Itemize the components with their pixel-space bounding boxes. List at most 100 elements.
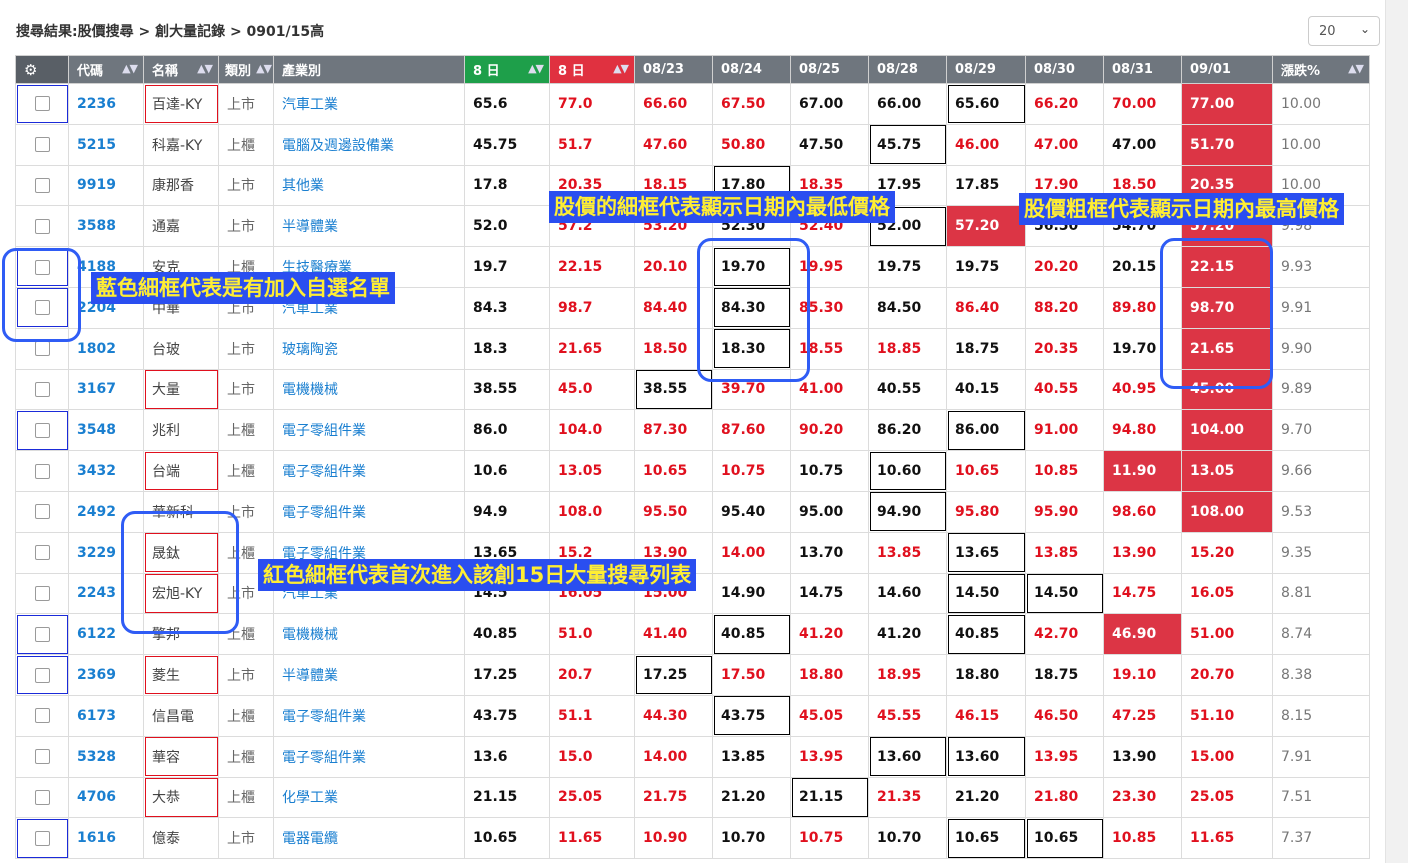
row-checkbox-cell[interactable] bbox=[15, 654, 69, 696]
table-row[interactable]: 6173 信昌電 上櫃 電子零組件業 43.75 51.1 44.30 43.75 45.05 4… bbox=[15, 694, 1370, 737]
row-checkbox-cell[interactable] bbox=[15, 735, 69, 778]
daily-price: 18.80 bbox=[790, 654, 869, 696]
industry-link[interactable]: 化學工業 bbox=[273, 776, 465, 819]
stock-code-link[interactable]: 3432 bbox=[68, 450, 144, 492]
col-date[interactable]: 08/30 bbox=[1025, 55, 1104, 84]
daily-price: 13.95 bbox=[790, 735, 869, 778]
row-checkbox-cell[interactable] bbox=[15, 164, 69, 207]
industry-link[interactable]: 電子零組件業 bbox=[273, 450, 465, 492]
daily-price: 13.65 bbox=[946, 531, 1026, 574]
col-8day-low[interactable]: 8 日 ▲▼ bbox=[464, 55, 550, 84]
stock-code-link[interactable]: 5328 bbox=[68, 735, 144, 778]
row-checkbox[interactable] bbox=[34, 830, 50, 846]
row-checkbox-cell[interactable] bbox=[15, 450, 69, 492]
row-checkbox-cell[interactable] bbox=[15, 613, 69, 656]
row-checkbox-cell[interactable] bbox=[15, 368, 69, 411]
industry-link[interactable]: 其他業 bbox=[273, 164, 465, 207]
col-date[interactable]: 08/24 bbox=[712, 55, 791, 84]
settings-header[interactable]: ⚙ bbox=[15, 55, 69, 84]
row-checkbox[interactable] bbox=[34, 341, 50, 357]
row-checkbox[interactable] bbox=[34, 626, 50, 642]
daily-price: 95.90 bbox=[1025, 490, 1104, 533]
industry-link[interactable]: 電子零組件業 bbox=[273, 735, 465, 778]
daily-price: 51.00 bbox=[1181, 613, 1273, 656]
industry-link[interactable]: 半導體業 bbox=[273, 654, 465, 696]
stock-code-link[interactable]: 5215 bbox=[68, 123, 144, 166]
col-type[interactable]: 類別 ▲▼ bbox=[218, 55, 274, 84]
col-date[interactable]: 08/29 bbox=[946, 55, 1026, 84]
table-row[interactable]: 3548 兆利 上櫃 電子零組件業 86.0 104.0 87.30 87.60 90.20 86… bbox=[15, 409, 1370, 452]
industry-link[interactable]: 電子零組件業 bbox=[273, 694, 465, 737]
col-name[interactable]: 名稱 ▲▼ bbox=[143, 55, 219, 84]
row-checkbox[interactable] bbox=[34, 463, 50, 479]
daily-price: 88.20 bbox=[1025, 286, 1104, 329]
table-row[interactable]: 5215 科嘉-KY 上櫃 電腦及週邊設備業 45.75 51.7 47.60 50.80 47… bbox=[15, 123, 1370, 166]
stock-code-link[interactable]: 1802 bbox=[68, 327, 144, 370]
row-checkbox-cell[interactable] bbox=[15, 409, 69, 452]
stock-code-link[interactable]: 9919 bbox=[68, 164, 144, 207]
row-checkbox-cell[interactable] bbox=[15, 531, 69, 574]
industry-link[interactable]: 汽車工業 bbox=[273, 83, 465, 125]
stock-code-link[interactable]: 3548 bbox=[68, 409, 144, 452]
row-checkbox[interactable] bbox=[34, 504, 50, 520]
col-pct[interactable]: 漲跌% ▲▼ bbox=[1272, 55, 1370, 84]
table-row[interactable]: 3432 台端 上櫃 電子零組件業 10.6 13.05 10.65 10.75 10.75 10… bbox=[15, 450, 1370, 492]
row-checkbox[interactable] bbox=[34, 381, 50, 397]
stock-code-link[interactable]: 4706 bbox=[68, 776, 144, 819]
col-industry[interactable]: 產業別 bbox=[273, 55, 465, 84]
chevron-down-icon: ⌄ bbox=[1359, 22, 1370, 36]
col-date[interactable]: 08/31 bbox=[1103, 55, 1182, 84]
price-8day-high: 20.7 bbox=[549, 654, 635, 696]
stock-code-link[interactable]: 3167 bbox=[68, 368, 144, 411]
industry-link[interactable]: 電機機械 bbox=[273, 613, 465, 656]
row-checkbox[interactable] bbox=[34, 218, 50, 234]
row-checkbox[interactable] bbox=[34, 137, 50, 153]
stock-code-link[interactable]: 6173 bbox=[68, 694, 144, 737]
row-checkbox-cell[interactable] bbox=[15, 123, 69, 166]
row-checkbox-cell[interactable] bbox=[15, 205, 69, 248]
stock-code-link[interactable]: 1616 bbox=[68, 817, 144, 860]
col-date[interactable]: 09/01 bbox=[1181, 55, 1273, 84]
stock-code-link[interactable]: 2236 bbox=[68, 83, 144, 125]
col-date[interactable]: 08/23 bbox=[634, 55, 713, 84]
row-checkbox[interactable] bbox=[34, 96, 50, 112]
row-checkbox[interactable] bbox=[34, 708, 50, 724]
table-row[interactable]: 2236 百達-KY 上市 汽車工業 65.6 77.0 66.60 67.50 67.00 66… bbox=[15, 83, 1370, 125]
daily-price: 14.00 bbox=[634, 735, 713, 778]
row-checkbox-cell[interactable] bbox=[15, 83, 69, 125]
row-checkbox[interactable] bbox=[34, 177, 50, 193]
col-code[interactable]: 代碼 ▲▼ bbox=[68, 55, 144, 84]
row-checkbox[interactable] bbox=[34, 789, 50, 805]
page-size-select[interactable]: 20 ⌄ bbox=[1308, 16, 1380, 46]
industry-link[interactable]: 電腦及週邊設備業 bbox=[273, 123, 465, 166]
row-checkbox-cell[interactable] bbox=[15, 572, 69, 615]
stock-code-link[interactable]: 2369 bbox=[68, 654, 144, 696]
row-checkbox-cell[interactable] bbox=[15, 776, 69, 819]
table-row[interactable]: 5328 華容 上櫃 電子零組件業 13.6 15.0 14.00 13.85 13.95 13.… bbox=[15, 735, 1370, 778]
market-type: 上櫃 bbox=[218, 450, 274, 492]
col-date[interactable]: 08/25 bbox=[790, 55, 869, 84]
row-checkbox-cell[interactable] bbox=[15, 694, 69, 737]
gear-icon[interactable]: ⚙ bbox=[24, 61, 37, 79]
row-checkbox[interactable] bbox=[34, 667, 50, 683]
col-date[interactable]: 08/28 bbox=[868, 55, 947, 84]
row-checkbox[interactable] bbox=[34, 545, 50, 561]
industry-link[interactable]: 電子零組件業 bbox=[273, 409, 465, 452]
row-checkbox-cell[interactable] bbox=[15, 490, 69, 533]
col-8day-high[interactable]: 8 日 ▲▼ bbox=[549, 55, 635, 84]
industry-link[interactable]: 電子零組件業 bbox=[273, 490, 465, 533]
industry-link[interactable]: 電機機械 bbox=[273, 368, 465, 411]
row-checkbox[interactable] bbox=[34, 749, 50, 765]
row-checkbox-cell[interactable] bbox=[15, 817, 69, 860]
row-checkbox[interactable] bbox=[34, 585, 50, 601]
table-row[interactable]: 1616 億泰 上市 電器電纜 10.65 11.65 10.90 10.70 10.75 10.… bbox=[15, 817, 1370, 860]
stock-code-link[interactable]: 3588 bbox=[68, 205, 144, 248]
industry-link[interactable]: 半導體業 bbox=[273, 205, 465, 248]
table-row[interactable]: 4706 大恭 上櫃 化學工業 21.15 25.05 21.75 21.20 21.15 21.… bbox=[15, 776, 1370, 819]
row-checkbox[interactable] bbox=[34, 422, 50, 438]
daily-price: 20.35 bbox=[1025, 327, 1104, 370]
industry-link[interactable]: 電器電纜 bbox=[273, 817, 465, 860]
daily-price: 46.50 bbox=[1025, 694, 1104, 737]
industry-link[interactable]: 玻璃陶瓷 bbox=[273, 327, 465, 370]
table-row[interactable]: 2369 菱生 上市 半導體業 17.25 20.7 17.25 17.50 18.80 18.9… bbox=[15, 654, 1370, 696]
